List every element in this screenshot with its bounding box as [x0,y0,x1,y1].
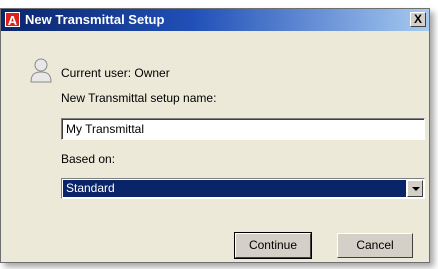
setup-name-label: New Transmittal setup name: [61,91,217,105]
user-icon [30,58,52,83]
based-on-selected-value[interactable]: Standard [63,180,406,197]
based-on-dropdown[interactable]: Standard [61,178,425,199]
window-title: New Transmittal Setup [25,12,165,27]
new-transmittal-setup-dialog: A New Transmittal Setup X Current user: … [0,8,430,263]
setup-name-input[interactable] [61,118,425,140]
chevron-down-icon[interactable] [407,180,423,197]
close-button[interactable]: X [410,12,426,27]
cancel-button[interactable]: Cancel [337,233,413,258]
based-on-label: Based on: [61,152,116,166]
autocad-app-icon: A [5,12,20,28]
title-bar[interactable]: A New Transmittal Setup X [1,9,429,31]
current-user-label: Current user: Owner [61,66,170,80]
continue-button[interactable]: Continue [234,232,312,259]
